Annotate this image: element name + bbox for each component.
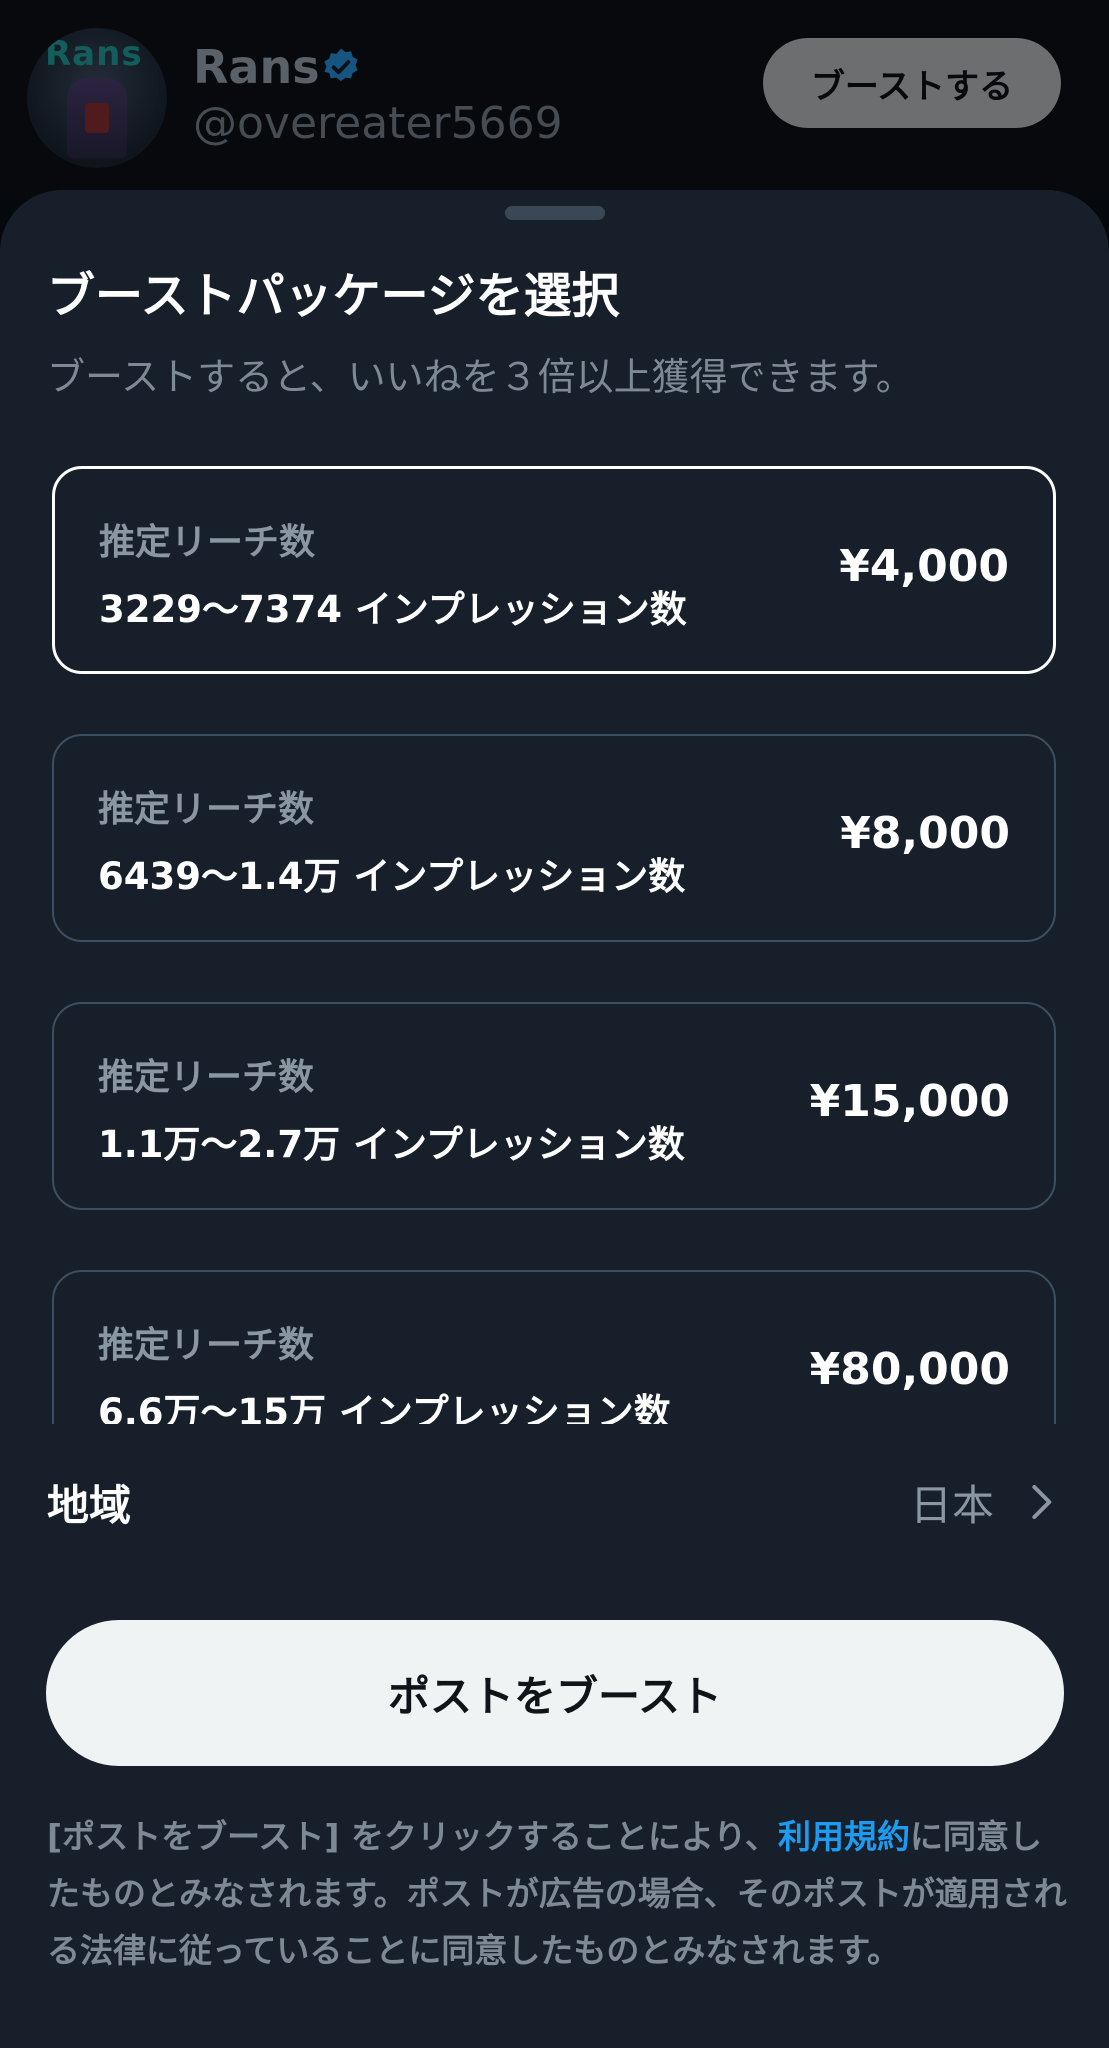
boost-screen: Rans Rans @overeater5669 ブーストする ブーストパッケー… (0, 0, 1109, 2048)
package-option-80000[interactable]: 推定リーチ数 6.6万～15万 インプレッション数 ¥80,000 (52, 1270, 1056, 1424)
avatar-figure (67, 78, 127, 158)
package-price: ¥8,000 (840, 808, 1010, 859)
package-label: 推定リーチ数 (98, 1057, 315, 1098)
region-value: 日本 (909, 1481, 994, 1530)
package-price: ¥4,000 (839, 541, 1009, 592)
region-label: 地域 (47, 1481, 132, 1530)
package-option-15000[interactable]: 推定リーチ数 1.1万～2.7万 インプレッション数 ¥15,000 (52, 1002, 1056, 1210)
profile-name: Rans (193, 40, 320, 94)
avatar[interactable]: Rans (27, 28, 167, 168)
sheet-subtitle: ブーストすると、いいねを３倍以上獲得できます。 (47, 355, 914, 399)
package-label: 推定リーチ数 (99, 522, 316, 563)
terms-disclaimer: [ポストをブースト] をクリックすることにより、利用規約に同意したものとみなされ… (47, 1808, 1067, 1979)
region-selector[interactable]: 地域 日本 (0, 1452, 1109, 1552)
package-range: 6439～1.4万 インプレッション数 (98, 855, 686, 898)
boost-package-sheet: ブーストパッケージを選択 ブーストすると、いいねを３倍以上獲得できます。 推定リ… (0, 190, 1109, 2048)
package-price: ¥80,000 (809, 1344, 1010, 1395)
disclaimer-text-before: [ポストをブースト] をクリックすることにより、 (47, 1817, 779, 1856)
verified-badge-icon (324, 48, 358, 82)
package-option-4000[interactable]: 推定リーチ数 3229～7374 インプレッション数 ¥4,000 (52, 466, 1056, 674)
sheet-title: ブーストパッケージを選択 (47, 268, 620, 324)
boost-post-button[interactable]: ポストをブースト (46, 1620, 1064, 1766)
package-range: 3229～7374 インプレッション数 (99, 588, 687, 631)
package-label: 推定リーチ数 (98, 789, 315, 830)
profile-handle: @overeater5669 (193, 98, 563, 149)
avatar-logo-text: Rans (45, 34, 143, 74)
terms-of-service-link[interactable]: 利用規約 (778, 1817, 910, 1856)
package-option-8000[interactable]: 推定リーチ数 6439～1.4万 インプレッション数 ¥8,000 (52, 734, 1056, 942)
package-range: 6.6万～15万 インプレッション数 (98, 1391, 671, 1424)
chevron-right-icon (1032, 1485, 1052, 1519)
package-range: 1.1万～2.7万 インプレッション数 (98, 1123, 685, 1166)
sheet-grabber[interactable] (505, 206, 605, 220)
profile-header: Rans Rans @overeater5669 ブーストする (0, 0, 1109, 200)
header-boost-button[interactable]: ブーストする (763, 38, 1061, 128)
package-price: ¥15,000 (809, 1076, 1010, 1127)
package-label: 推定リーチ数 (98, 1325, 315, 1366)
package-list[interactable]: 推定リーチ数 3229～7374 インプレッション数 ¥4,000 推定リーチ数… (0, 460, 1109, 1424)
